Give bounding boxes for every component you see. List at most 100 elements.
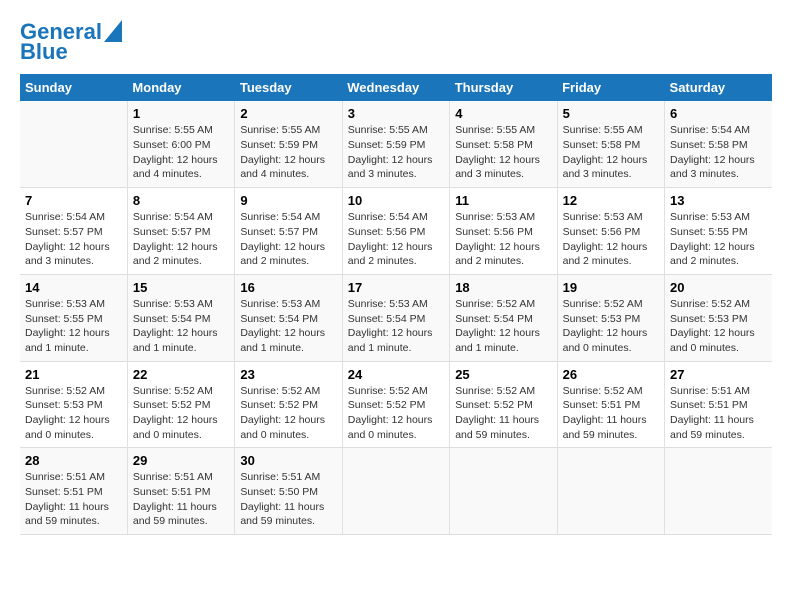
calendar-cell: 29 Sunrise: 5:51 AM Sunset: 5:51 PM Dayli… xyxy=(127,448,234,535)
weekday-header-friday: Friday xyxy=(557,74,664,101)
day-number: 20 xyxy=(670,280,767,295)
day-info: Sunrise: 5:52 AM Sunset: 5:53 PM Dayligh… xyxy=(670,297,767,356)
day-number: 17 xyxy=(348,280,444,295)
calendar-cell: 16 Sunrise: 5:53 AM Sunset: 5:54 PM Dayli… xyxy=(235,274,342,361)
weekday-header-saturday: Saturday xyxy=(665,74,772,101)
weekday-header-sunday: Sunday xyxy=(20,74,127,101)
day-info: Sunrise: 5:52 AM Sunset: 5:52 PM Dayligh… xyxy=(133,384,229,443)
day-number: 10 xyxy=(348,193,444,208)
calendar-cell: 24 Sunrise: 5:52 AM Sunset: 5:52 PM Dayli… xyxy=(342,361,449,448)
day-info: Sunrise: 5:52 AM Sunset: 5:51 PM Dayligh… xyxy=(563,384,659,443)
calendar-cell: 6Sunrise: 5:54 AM Sunset: 5:58 PM Daylig… xyxy=(665,101,772,187)
day-info: Sunrise: 5:52 AM Sunset: 5:52 PM Dayligh… xyxy=(348,384,444,443)
calendar-cell: 5 Sunrise: 5:55 AM Sunset: 5:58 PM Daylig… xyxy=(557,101,664,187)
day-number: 23 xyxy=(240,367,336,382)
day-number: 13 xyxy=(670,193,767,208)
logo-icon xyxy=(104,20,122,42)
calendar-cell xyxy=(450,448,557,535)
logo: General Blue xyxy=(20,20,122,64)
day-number: 15 xyxy=(133,280,229,295)
day-number: 19 xyxy=(563,280,659,295)
calendar-cell: 19 Sunrise: 5:52 AM Sunset: 5:53 PM Dayli… xyxy=(557,274,664,361)
week-row-1: 1 Sunrise: 5:55 AM Sunset: 6:00 PM Daylig… xyxy=(20,101,772,187)
logo-text2: Blue xyxy=(20,40,68,64)
calendar-cell: 17 Sunrise: 5:53 AM Sunset: 5:54 PM Dayli… xyxy=(342,274,449,361)
calendar-table: SundayMondayTuesdayWednesdayThursdayFrid… xyxy=(20,74,772,535)
page-header: General Blue xyxy=(20,20,772,64)
day-info: Sunrise: 5:54 AM Sunset: 5:57 PM Dayligh… xyxy=(25,210,122,269)
week-row-3: 14Sunrise: 5:53 AM Sunset: 5:55 PM Dayli… xyxy=(20,274,772,361)
day-info: Sunrise: 5:52 AM Sunset: 5:54 PM Dayligh… xyxy=(455,297,551,356)
weekday-header-row: SundayMondayTuesdayWednesdayThursdayFrid… xyxy=(20,74,772,101)
day-info: Sunrise: 5:54 AM Sunset: 5:56 PM Dayligh… xyxy=(348,210,444,269)
day-info: Sunrise: 5:55 AM Sunset: 5:59 PM Dayligh… xyxy=(240,123,336,182)
day-number: 3 xyxy=(348,106,444,121)
day-number: 11 xyxy=(455,193,551,208)
calendar-cell: 1 Sunrise: 5:55 AM Sunset: 6:00 PM Daylig… xyxy=(127,101,234,187)
day-info: Sunrise: 5:52 AM Sunset: 5:53 PM Dayligh… xyxy=(563,297,659,356)
day-number: 2 xyxy=(240,106,336,121)
day-number: 16 xyxy=(240,280,336,295)
calendar-cell: 20 Sunrise: 5:52 AM Sunset: 5:53 PM Dayli… xyxy=(665,274,772,361)
day-number: 5 xyxy=(563,106,659,121)
day-number: 9 xyxy=(240,193,336,208)
calendar-cell xyxy=(342,448,449,535)
day-number: 26 xyxy=(563,367,659,382)
calendar-cell: 22 Sunrise: 5:52 AM Sunset: 5:52 PM Dayli… xyxy=(127,361,234,448)
weekday-header-monday: Monday xyxy=(127,74,234,101)
day-number: 1 xyxy=(133,106,229,121)
day-info: Sunrise: 5:52 AM Sunset: 5:52 PM Dayligh… xyxy=(240,384,336,443)
calendar-cell: 18Sunrise: 5:52 AM Sunset: 5:54 PM Dayli… xyxy=(450,274,557,361)
day-number: 28 xyxy=(25,453,122,468)
day-number: 14 xyxy=(25,280,122,295)
day-info: Sunrise: 5:54 AM Sunset: 5:57 PM Dayligh… xyxy=(240,210,336,269)
day-info: Sunrise: 5:51 AM Sunset: 5:51 PM Dayligh… xyxy=(25,470,122,529)
calendar-cell: 11 Sunrise: 5:53 AM Sunset: 5:56 PM Dayli… xyxy=(450,188,557,275)
week-row-2: 7Sunrise: 5:54 AM Sunset: 5:57 PM Daylig… xyxy=(20,188,772,275)
day-number: 21 xyxy=(25,367,122,382)
day-number: 6 xyxy=(670,106,767,121)
calendar-cell: 7Sunrise: 5:54 AM Sunset: 5:57 PM Daylig… xyxy=(20,188,127,275)
day-info: Sunrise: 5:55 AM Sunset: 5:59 PM Dayligh… xyxy=(348,123,444,182)
calendar-cell: 10 Sunrise: 5:54 AM Sunset: 5:56 PM Dayli… xyxy=(342,188,449,275)
calendar-cell: 13 Sunrise: 5:53 AM Sunset: 5:55 PM Dayli… xyxy=(665,188,772,275)
day-info: Sunrise: 5:53 AM Sunset: 5:54 PM Dayligh… xyxy=(348,297,444,356)
calendar-cell: 3 Sunrise: 5:55 AM Sunset: 5:59 PM Daylig… xyxy=(342,101,449,187)
day-number: 4 xyxy=(455,106,551,121)
day-info: Sunrise: 5:52 AM Sunset: 5:53 PM Dayligh… xyxy=(25,384,122,443)
day-info: Sunrise: 5:53 AM Sunset: 5:56 PM Dayligh… xyxy=(563,210,659,269)
day-info: Sunrise: 5:55 AM Sunset: 5:58 PM Dayligh… xyxy=(563,123,659,182)
calendar-cell: 26 Sunrise: 5:52 AM Sunset: 5:51 PM Dayli… xyxy=(557,361,664,448)
week-row-4: 21 Sunrise: 5:52 AM Sunset: 5:53 PM Dayli… xyxy=(20,361,772,448)
day-info: Sunrise: 5:51 AM Sunset: 5:50 PM Dayligh… xyxy=(240,470,336,529)
calendar-cell: 15Sunrise: 5:53 AM Sunset: 5:54 PM Dayli… xyxy=(127,274,234,361)
calendar-cell xyxy=(665,448,772,535)
day-number: 22 xyxy=(133,367,229,382)
calendar-cell: 9 Sunrise: 5:54 AM Sunset: 5:57 PM Daylig… xyxy=(235,188,342,275)
weekday-header-wednesday: Wednesday xyxy=(342,74,449,101)
weekday-header-thursday: Thursday xyxy=(450,74,557,101)
day-info: Sunrise: 5:55 AM Sunset: 6:00 PM Dayligh… xyxy=(133,123,229,182)
weekday-header-tuesday: Tuesday xyxy=(235,74,342,101)
day-info: Sunrise: 5:53 AM Sunset: 5:56 PM Dayligh… xyxy=(455,210,551,269)
day-number: 29 xyxy=(133,453,229,468)
week-row-5: 28 Sunrise: 5:51 AM Sunset: 5:51 PM Dayli… xyxy=(20,448,772,535)
day-number: 8 xyxy=(133,193,229,208)
calendar-cell: 25Sunrise: 5:52 AM Sunset: 5:52 PM Dayli… xyxy=(450,361,557,448)
day-info: Sunrise: 5:51 AM Sunset: 5:51 PM Dayligh… xyxy=(133,470,229,529)
day-number: 24 xyxy=(348,367,444,382)
calendar-cell: 2 Sunrise: 5:55 AM Sunset: 5:59 PM Daylig… xyxy=(235,101,342,187)
day-info: Sunrise: 5:55 AM Sunset: 5:58 PM Dayligh… xyxy=(455,123,551,182)
day-info: Sunrise: 5:53 AM Sunset: 5:54 PM Dayligh… xyxy=(240,297,336,356)
calendar-cell: 4 Sunrise: 5:55 AM Sunset: 5:58 PM Daylig… xyxy=(450,101,557,187)
day-info: Sunrise: 5:54 AM Sunset: 5:57 PM Dayligh… xyxy=(133,210,229,269)
calendar-cell: 27 Sunrise: 5:51 AM Sunset: 5:51 PM Dayli… xyxy=(665,361,772,448)
calendar-cell: 21 Sunrise: 5:52 AM Sunset: 5:53 PM Dayli… xyxy=(20,361,127,448)
day-info: Sunrise: 5:53 AM Sunset: 5:55 PM Dayligh… xyxy=(670,210,767,269)
calendar-cell xyxy=(557,448,664,535)
calendar-cell: 12Sunrise: 5:53 AM Sunset: 5:56 PM Dayli… xyxy=(557,188,664,275)
day-info: Sunrise: 5:51 AM Sunset: 5:51 PM Dayligh… xyxy=(670,384,767,443)
calendar-cell: 14Sunrise: 5:53 AM Sunset: 5:55 PM Dayli… xyxy=(20,274,127,361)
day-number: 27 xyxy=(670,367,767,382)
calendar-cell: 23 Sunrise: 5:52 AM Sunset: 5:52 PM Dayli… xyxy=(235,361,342,448)
